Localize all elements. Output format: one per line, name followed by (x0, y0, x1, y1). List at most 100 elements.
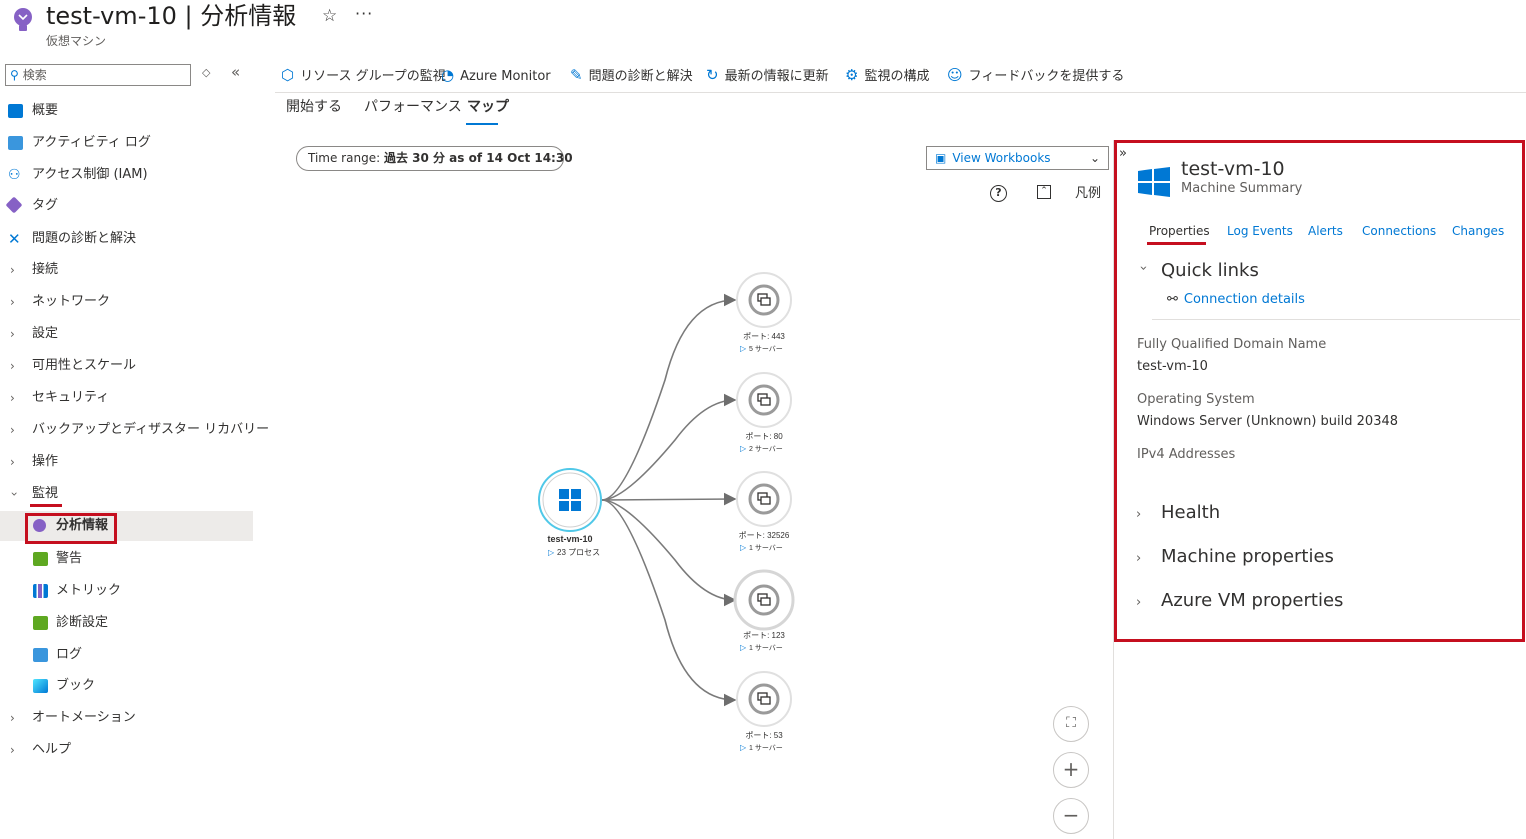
quick-links-section[interactable]: › Quick links (1136, 260, 1259, 281)
diagnose-button[interactable]: ✎ 問題の診断と解決 (570, 62, 693, 88)
sidebar-item-label: 設定 (32, 326, 59, 341)
minus-icon: − (1062, 803, 1080, 827)
sidebar-item-backup[interactable]: › バックアップとディザスター リカバリー (0, 415, 269, 445)
play-icon: ▷ (740, 743, 747, 752)
port-label: ポート: 123 (743, 631, 785, 640)
tab-performance[interactable]: パフォーマンス (364, 96, 462, 124)
sidebar-item-diagnostic-settings[interactable]: 診断設定 (0, 608, 253, 638)
sidebar-item-settings[interactable]: › 設定 (0, 319, 253, 349)
collapse-sidebar-icon[interactable]: « (231, 63, 240, 81)
process-count: 23 プロセス (557, 548, 600, 557)
monitoring-underline (30, 504, 62, 507)
chevron-right-icon: › (10, 711, 15, 725)
time-range-picker[interactable]: Time range: 過去 30 分 as of 14 Oct 14:30 (296, 146, 573, 171)
dependency-map[interactable]: test-vm-10 ▷ 23 プロセス ポート: 443 ▷ 5 サーバー ポ… (275, 200, 1113, 800)
toolbar-label: 最新の情報に更新 (724, 69, 829, 84)
machine-properties-section[interactable]: › Machine properties (1136, 546, 1334, 567)
sidebar-item-label: 問題の診断と解決 (32, 231, 137, 246)
sidebar-item-label: 可用性とスケール (32, 358, 137, 373)
fit-to-screen-button[interactable]: ⛶ (1053, 706, 1089, 742)
sidebar-item-help[interactable]: › ヘルプ (0, 735, 253, 765)
connection-line (601, 293, 737, 501)
sidebar-item-workbooks[interactable]: ブック (0, 671, 253, 701)
view-workbooks-dropdown[interactable]: ▣ View Workbooks ⌄ (926, 146, 1109, 170)
play-icon: ▷ (740, 444, 747, 453)
sidebar-item-overview[interactable]: 概要 (0, 96, 253, 126)
people-icon: ⚇ (8, 167, 21, 183)
sort-icon[interactable]: ◇ (202, 66, 210, 79)
sidebar-item-automation[interactable]: › オートメーション (0, 703, 253, 733)
sidebar-item-activity-log[interactable]: アクティビティ ログ (0, 128, 253, 158)
chevron-down-icon: › (7, 491, 22, 497)
sidebar-item-connect[interactable]: › 接続 (0, 255, 253, 285)
port-node[interactable]: ポート: 443 ▷ 5 サーバー (736, 272, 792, 353)
panel-tab-log-events[interactable]: Log Events (1227, 224, 1293, 238)
chevron-right-icon: › (10, 391, 15, 405)
tab-get-started[interactable]: 開始する (286, 96, 342, 124)
os-label: Operating System (1137, 392, 1255, 407)
sidebar-item-availability[interactable]: › 可用性とスケール (0, 351, 253, 381)
sidebar-item-alerts[interactable]: 警告 (0, 544, 253, 574)
port-node[interactable]: ポート: 123 ▷ 1 サーバー (733, 569, 795, 652)
panel-tab-properties[interactable]: Properties (1149, 224, 1210, 238)
azure-monitor-icon: ◔ (441, 66, 455, 84)
azure-monitor-button[interactable]: ◔ Azure Monitor (441, 62, 551, 88)
sidebar-item-tags[interactable]: タグ (0, 191, 253, 221)
panel-tab-connections[interactable]: Connections (1362, 224, 1436, 238)
port-node[interactable]: ポート: 80 ▷ 2 サーバー (736, 372, 792, 453)
azure-vm-properties-section[interactable]: › Azure VM properties (1136, 590, 1343, 611)
sidebar-item-iam[interactable]: ⚇ アクセス制御 (IAM) (0, 160, 253, 190)
metrics-chart-icon (33, 584, 48, 598)
connection-details-link[interactable]: ⚯ Connection details (1167, 292, 1305, 307)
port-label: ポート: 80 (745, 432, 783, 441)
sidebar-item-network[interactable]: › ネットワーク (0, 287, 253, 317)
port-node[interactable]: ポート: 32526 ▷ 1 サーバー (736, 471, 792, 552)
panel-tab-alerts[interactable]: Alerts (1308, 224, 1343, 238)
refresh-button[interactable]: ↻ 最新の情報に更新 (706, 62, 829, 88)
zoom-in-button[interactable]: + (1053, 752, 1089, 788)
port-node[interactable]: ポート: 53 ▷ 1 サーバー (736, 671, 792, 752)
machine-node[interactable]: test-vm-10 ▷ 23 プロセス (538, 468, 602, 557)
resource-group-monitor-button[interactable]: ⬡ リソース グループの監視 (281, 62, 446, 88)
sidebar-item-metrics[interactable]: メトリック (0, 576, 253, 606)
health-section[interactable]: › Health (1136, 502, 1220, 523)
chevron-right-icon: › (10, 423, 15, 437)
sidebar-item-label: 警告 (56, 551, 83, 566)
sidebar-item-label: アクティビティ ログ (32, 135, 151, 150)
active-panel-tab-underline (1147, 242, 1206, 245)
link-label: Connection details (1183, 292, 1305, 307)
monitor-screen-icon (8, 104, 23, 118)
section-divider (1152, 319, 1520, 320)
legend-button[interactable]: 凡例 (1075, 182, 1101, 201)
fqdn-label: Fully Qualified Domain Name (1137, 337, 1327, 352)
tab-map[interactable]: マップ (467, 96, 509, 124)
panel-tab-changes[interactable]: Changes (1452, 224, 1504, 238)
workbook-icon: ▣ (935, 151, 947, 165)
toolbar-label: フィードバックを提供する (968, 69, 1125, 84)
play-icon: ▷ (740, 344, 747, 353)
zoom-out-button[interactable]: − (1053, 798, 1089, 834)
chevron-down-icon: ⌄ (1089, 151, 1100, 165)
server-count: 1 サーバー (749, 744, 783, 752)
sidebar-item-logs[interactable]: ログ (0, 640, 253, 670)
os-value: Windows Server (Unknown) build 20348 (1137, 414, 1399, 429)
sidebar-item-label: ブック (56, 678, 96, 693)
search-icon: ⚲ (10, 68, 19, 82)
more-options-icon[interactable]: ··· (355, 4, 373, 23)
sidebar-item-label: 操作 (32, 454, 59, 469)
server-count: 5 サーバー (749, 345, 783, 353)
feedback-button[interactable]: ☺ フィードバックを提供する (947, 62, 1124, 88)
time-range-label: Time range: (308, 151, 381, 165)
server-count: 1 サーバー (749, 644, 783, 652)
collapse-up-icon[interactable]: ⌃ (1037, 185, 1051, 199)
page-title: test-vm-10 | 分析情報 (46, 2, 297, 30)
sidebar-item-operations[interactable]: › 操作 (0, 447, 253, 477)
sidebar-item-security[interactable]: › セキュリティ (0, 383, 253, 413)
workbook-icon (33, 679, 48, 693)
wrench-icon: ✎ (570, 66, 583, 84)
sidebar-item-diagnose[interactable]: ✕ 問題の診断と解決 (0, 224, 253, 254)
page-header: test-vm-10 | 分析情報 仮想マシン ☆ ··· (0, 0, 1526, 50)
sidebar-search-input[interactable]: ⚲ 検索 (5, 64, 191, 86)
favorite-star-icon[interactable]: ☆ (322, 6, 337, 26)
configure-monitoring-button[interactable]: ⚙ 監視の構成 (845, 62, 929, 88)
